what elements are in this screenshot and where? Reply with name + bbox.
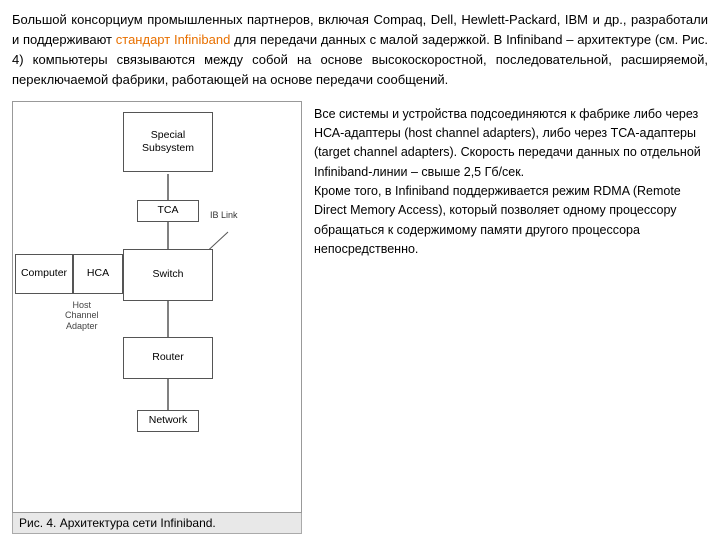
computer-label: Computer — [21, 267, 67, 280]
hca-label: HCA — [87, 267, 109, 280]
hca-description: Host Channel Adapter — [65, 300, 99, 332]
highlight-text: стандарт Infiniband — [116, 32, 231, 47]
switch-label: Switch — [153, 268, 184, 281]
network-node: Network — [137, 410, 199, 432]
diagram-box: IB Link IB Link Special Subsystem TCA Sw… — [12, 101, 302, 513]
network-label: Network — [149, 414, 188, 427]
special-subsystem-node: Special Subsystem — [123, 112, 213, 172]
switch-node: Switch — [123, 249, 213, 301]
right-text-panel: Все системы и устройства подсоединяются … — [310, 101, 708, 534]
host-channel-adapter-label: Host Channel Adapter — [65, 300, 99, 332]
right-text: Все системы и устройства подсоединяются … — [314, 107, 701, 257]
computer-node: Computer — [15, 254, 73, 294]
router-label: Router — [152, 351, 184, 364]
router-node: Router — [123, 337, 213, 379]
special-subsystem-label: Special Subsystem — [142, 129, 194, 154]
diagram-area: IB Link IB Link Special Subsystem TCA Sw… — [12, 101, 302, 534]
bottom-section: IB Link IB Link Special Subsystem TCA Sw… — [12, 101, 708, 534]
tca-label: TCA — [158, 204, 179, 217]
caption-bar: Рис. 4. Архитектура сети Infiniband. — [12, 513, 302, 534]
tca-node: TCA — [137, 200, 199, 222]
hca-node: HCA — [73, 254, 123, 294]
intro-paragraph: Большой консорциум промышленных партнеро… — [12, 10, 708, 91]
ib-link-label-1: IB Link — [209, 210, 239, 220]
page: Большой консорциум промышленных партнеро… — [0, 0, 720, 540]
caption-text: Рис. 4. Архитектура сети Infiniband. — [19, 516, 216, 530]
